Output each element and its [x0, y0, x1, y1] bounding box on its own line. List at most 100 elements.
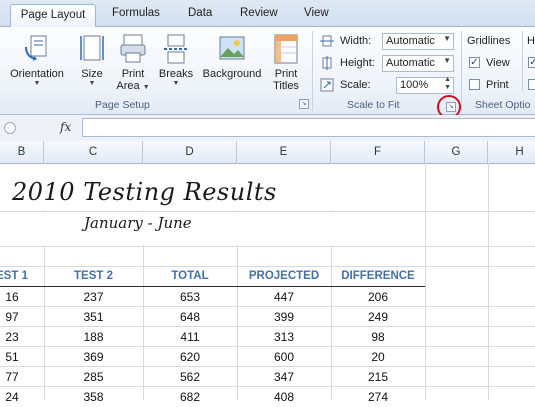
scale-label: Scale:	[340, 79, 371, 91]
cell-projected[interactable]: 447	[237, 287, 331, 307]
cell-test-2[interactable]: 358	[44, 387, 143, 407]
cell-total[interactable]: 411	[143, 327, 237, 347]
cell-test-2[interactable]: 237	[44, 287, 143, 307]
ribbon-tab-bar: Page Layout Formulas Data Review View	[0, 0, 535, 27]
width-icon	[320, 35, 334, 47]
chevron-down-icon: ▼	[33, 80, 41, 87]
scale-spinner[interactable]: 100% ▲ ▼	[396, 76, 454, 94]
column-header-d[interactable]: D	[143, 141, 237, 163]
cell-test-1[interactable]: 16	[0, 287, 34, 307]
column-header-c[interactable]: C	[44, 141, 143, 163]
print-titles-label-2: Titles	[273, 80, 299, 92]
gridlines-view-checkbox[interactable]: ✓	[469, 57, 480, 68]
column-header-h[interactable]: H	[488, 141, 535, 163]
cell-total[interactable]: 562	[143, 367, 237, 387]
chevron-down-icon: ▼	[88, 80, 96, 87]
sheet-title: 2010 Testing Results	[12, 178, 277, 206]
tab-page-layout[interactable]: Page Layout	[10, 4, 96, 27]
cell-total[interactable]: 653	[143, 287, 237, 307]
column-header-b[interactable]: B	[0, 141, 44, 163]
height-select[interactable]: Automatic ▼	[382, 55, 454, 72]
group-separator	[522, 31, 523, 91]
gridline	[488, 163, 489, 400]
insert-function-icon[interactable]: fx	[60, 120, 71, 134]
spinner-arrows-icon[interactable]: ▲ ▼	[444, 76, 451, 92]
headings-label-partial: H	[527, 35, 535, 47]
cell-projected[interactable]: 313	[237, 327, 331, 347]
sheet-subtitle: January - June	[84, 214, 192, 232]
cell-test-1[interactable]: 77	[0, 367, 34, 387]
cell-test-1[interactable]: 97	[0, 307, 34, 327]
headings-print-checkbox[interactable]	[528, 79, 535, 90]
cell-projected[interactable]: 399	[237, 307, 331, 327]
scale-to-fit-group-label: Scale to Fit	[347, 99, 400, 111]
chevron-down-icon: ▼	[172, 80, 180, 87]
cell-test-2[interactable]: 351	[44, 307, 143, 327]
print-area-button[interactable]: Print Area ▼	[116, 33, 150, 92]
group-separator	[312, 31, 313, 111]
print-titles-icon	[274, 34, 298, 64]
page-setup-dialog-launcher-icon[interactable]: ↘	[299, 99, 309, 109]
column-header-e[interactable]: E	[237, 141, 331, 163]
cell-total[interactable]: 648	[143, 307, 237, 327]
cell-difference[interactable]: 20	[331, 347, 425, 367]
breaks-button[interactable]: Breaks ▼	[156, 33, 196, 88]
size-label: Size	[81, 68, 103, 80]
chevron-down-icon: ▼	[443, 34, 451, 43]
width-select[interactable]: Automatic ▼	[382, 33, 454, 50]
formula-bar: fx	[0, 115, 535, 142]
subtitle-merged-cell[interactable]	[0, 212, 424, 245]
print-titles-label-1: Print	[274, 68, 298, 80]
cell-difference[interactable]: 249	[331, 307, 425, 327]
cell-difference[interactable]: 215	[331, 367, 425, 387]
formula-input[interactable]	[82, 118, 535, 137]
cell-test-1[interactable]: 24	[0, 387, 34, 407]
breaks-label: Breaks	[158, 68, 194, 80]
column-header-f[interactable]: F	[331, 141, 425, 163]
cell-projected[interactable]: 600	[237, 347, 331, 367]
tab-data[interactable]: Data	[188, 7, 212, 19]
cell-total[interactable]: 682	[143, 387, 237, 407]
background-label: Background	[202, 68, 262, 80]
cell-test-2[interactable]: 369	[44, 347, 143, 367]
cell-difference[interactable]: 274	[331, 387, 425, 407]
chevron-down-icon: ▼	[142, 84, 150, 91]
headings-view-checkbox[interactable]: ✓	[528, 57, 535, 68]
group-separator	[461, 31, 462, 111]
print-titles-button[interactable]: Print Titles	[268, 33, 304, 92]
cell-difference[interactable]: 98	[331, 327, 425, 347]
gridlines-label: Gridlines	[467, 35, 511, 47]
cell-test-1[interactable]: 23	[0, 327, 34, 347]
page-setup-group-label: Page Setup	[95, 99, 150, 111]
cell-projected[interactable]: 408	[237, 387, 331, 407]
tab-view[interactable]: View	[304, 7, 329, 19]
sheet-options-group-label: Sheet Optio	[475, 99, 531, 111]
background-button[interactable]: Background	[200, 33, 264, 80]
cell-difference[interactable]: 206	[331, 287, 425, 307]
tab-formulas[interactable]: Formulas	[112, 7, 160, 19]
gridlines-print-label: Print	[486, 79, 509, 91]
column-header-g[interactable]: G	[425, 141, 488, 163]
gridline	[0, 266, 535, 267]
gridlines-view-label: View	[486, 57, 510, 69]
print-area-label-1: Print	[121, 68, 145, 80]
gridline	[0, 246, 535, 247]
gridlines-print-checkbox[interactable]	[469, 79, 480, 90]
chevron-down-icon: ▼	[443, 56, 451, 65]
orientation-label: Orientation	[10, 68, 64, 80]
scale-value: 100%	[400, 79, 429, 91]
cell-test-1[interactable]: 51	[0, 347, 34, 367]
height-icon	[322, 56, 332, 70]
orientation-button[interactable]: Orientation ▼	[2, 33, 72, 88]
tab-review[interactable]: Review	[240, 7, 278, 19]
name-box-scroll-icon[interactable]	[4, 122, 16, 134]
width-value: Automatic	[386, 35, 435, 47]
size-button[interactable]: Size ▼	[76, 33, 108, 88]
cell-projected[interactable]: 347	[237, 367, 331, 387]
cell-test-2[interactable]: 188	[44, 327, 143, 347]
cell-test-2[interactable]: 285	[44, 367, 143, 387]
width-label: Width:	[340, 35, 372, 47]
background-image-icon	[219, 36, 245, 60]
cell-total[interactable]: 620	[143, 347, 237, 367]
gridline	[425, 163, 426, 400]
